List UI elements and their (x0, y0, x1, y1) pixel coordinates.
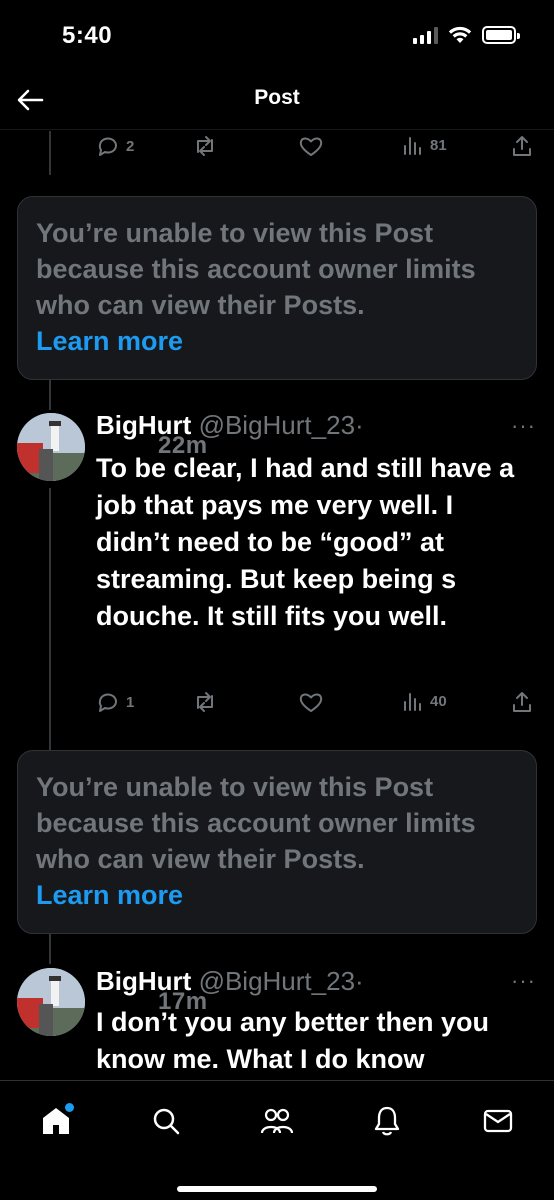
views-icon (404, 137, 421, 155)
messages-icon (483, 1109, 513, 1133)
share-button[interactable] (510, 690, 534, 714)
learn-more-link[interactable]: Learn more (36, 877, 183, 913)
views-count: 81 (430, 136, 447, 154)
reply-count: 2 (126, 137, 135, 155)
like-button[interactable] (298, 134, 324, 158)
signal-icon (413, 26, 438, 44)
unavailable-message: You’re unable to view this Post because … (36, 218, 476, 320)
share-icon (513, 136, 531, 156)
views-icon (404, 693, 421, 711)
avatar[interactable] (17, 968, 85, 1036)
status-time: 5:40 (62, 22, 113, 49)
tweet-text: I don’t you any better then you know me.… (96, 1007, 490, 1074)
status-bar: 5:40 (0, 0, 554, 70)
separator-dot: · (355, 410, 364, 440)
unavailable-post-notice: You’re unable to view this Post because … (17, 750, 537, 934)
views-button[interactable]: 81 (402, 134, 447, 156)
repost-icon (197, 136, 213, 156)
thread-line (49, 131, 51, 175)
share-button[interactable] (510, 134, 534, 158)
home-indicator[interactable] (177, 1186, 377, 1192)
like-button[interactable] (298, 690, 324, 714)
notification-dot (65, 1103, 74, 1112)
post-actions: 1 40 (96, 690, 536, 718)
avatar[interactable] (17, 413, 85, 481)
thread-line (49, 380, 51, 410)
thread-line (49, 934, 51, 964)
status-icons (413, 26, 520, 44)
post-actions: 2 81 (96, 134, 536, 162)
tab-notifications[interactable] (367, 1101, 407, 1141)
search-icon (153, 1108, 180, 1135)
tweet-text: To be clear, I had and still have a job … (96, 453, 515, 631)
thread-line (49, 488, 51, 750)
tweet-header: BigHurt @BigHurt_23· 17m (96, 966, 364, 1015)
notifications-icon (374, 1106, 400, 1136)
author-handle[interactable]: @BigHurt_23 (199, 410, 355, 440)
communities-icon (260, 1108, 294, 1134)
reply-button[interactable]: 1 (96, 690, 134, 714)
more-options-button[interactable]: ··· (511, 413, 536, 439)
learn-more-link[interactable]: Learn more (36, 323, 183, 359)
tab-search[interactable] (146, 1101, 186, 1141)
more-options-button[interactable]: ··· (511, 968, 536, 994)
repost-button[interactable] (192, 690, 218, 714)
tab-home[interactable] (36, 1101, 76, 1141)
views-button[interactable]: 40 (402, 690, 447, 712)
header: Post (0, 70, 554, 130)
repost-button[interactable] (192, 134, 218, 158)
bottom-tab-bar (0, 1080, 554, 1200)
reply-button[interactable]: 2 (96, 134, 134, 158)
views-count: 40 (430, 692, 447, 710)
heart-icon (299, 137, 323, 156)
unavailable-post-notice: You’re unable to view this Post because … (17, 196, 537, 380)
page-title: Post (254, 86, 300, 109)
tweet-header: BigHurt @BigHurt_23· 22m (96, 410, 364, 459)
avatar-image (17, 968, 85, 1036)
unavailable-message: You’re unable to view this Post because … (36, 772, 476, 874)
reply-count: 1 (126, 693, 135, 711)
tab-messages[interactable] (478, 1101, 518, 1141)
repost-icon (197, 692, 213, 712)
wifi-icon (448, 26, 472, 43)
heart-icon (299, 693, 323, 712)
tab-communities[interactable] (257, 1101, 297, 1141)
reply-icon (98, 693, 117, 712)
reply-icon (98, 137, 117, 156)
avatar-image (17, 413, 85, 481)
share-icon (513, 692, 531, 712)
author-handle[interactable]: @BigHurt_23 (199, 966, 355, 996)
separator-dot: · (355, 966, 364, 996)
battery-icon (482, 26, 520, 44)
